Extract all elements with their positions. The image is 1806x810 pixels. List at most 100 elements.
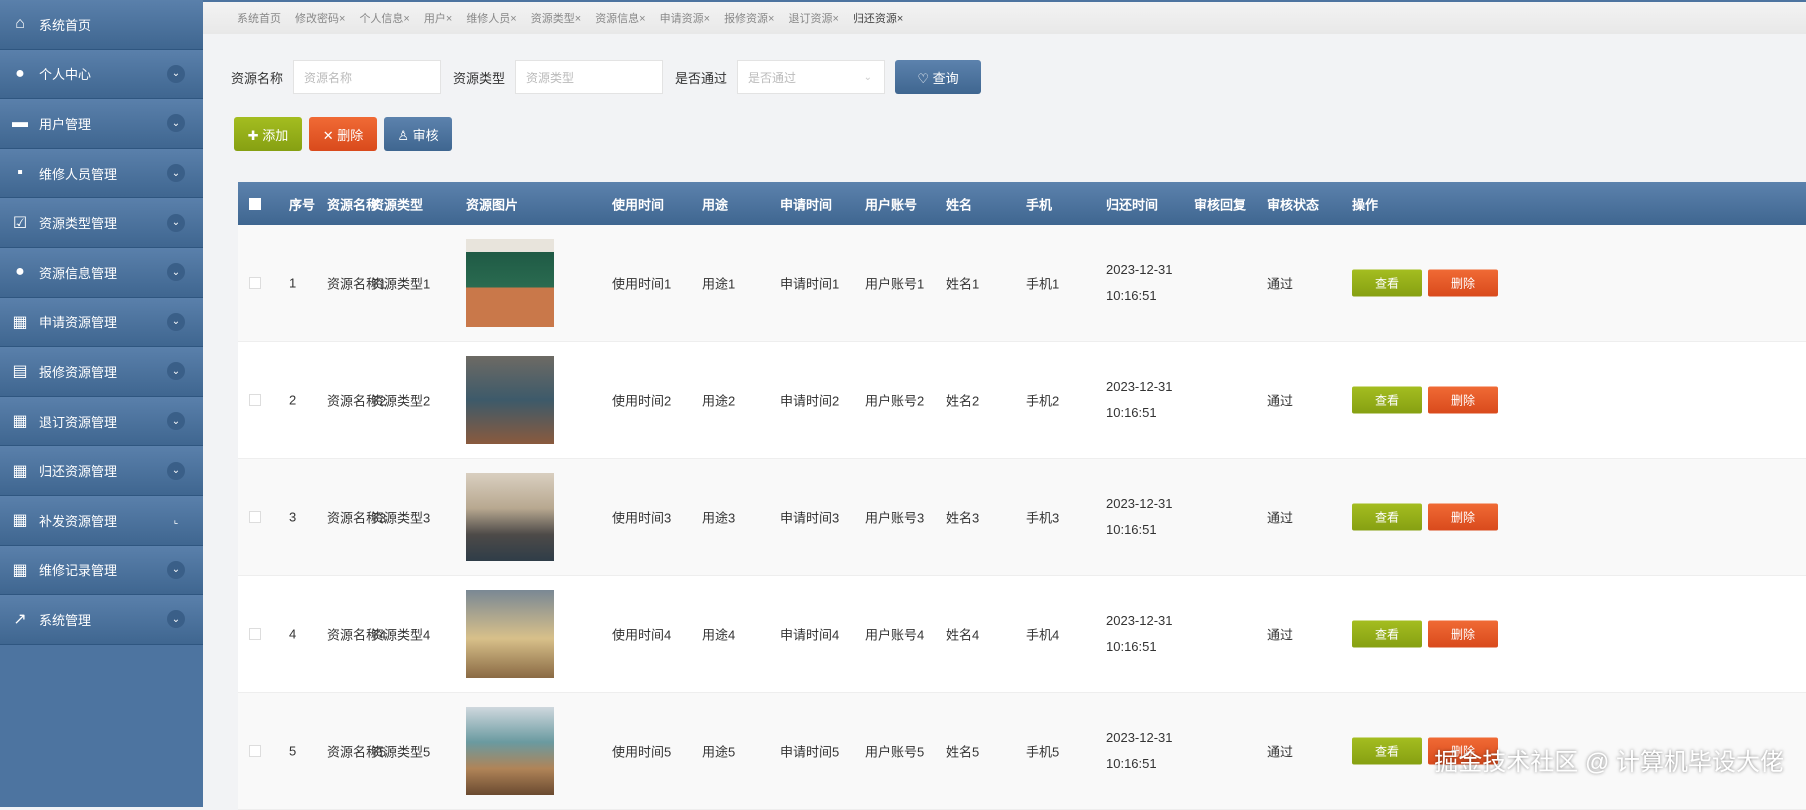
tab-item[interactable]: 系统首页 bbox=[237, 10, 281, 26]
sidebar-item[interactable]: ▪ 维修人员管理 ⌄ bbox=[0, 148, 203, 199]
tab-item[interactable]: 归还资源× bbox=[853, 10, 903, 26]
table-body: 1 资源名称1 资源类型1 使用时间1 用途1 申请时间1 用户账号1 姓名1 手机1 通过 202… bbox=[238, 225, 1806, 810]
tab-item[interactable]: 维修人员× bbox=[466, 10, 516, 26]
chevron-down-icon[interactable]: ⌄ bbox=[167, 560, 185, 579]
cell-person: 姓名5 bbox=[946, 744, 980, 760]
tab-item[interactable]: 个人信息× bbox=[359, 10, 409, 26]
view-button[interactable]: 查看 bbox=[1352, 737, 1422, 765]
chevron-down-icon[interactable]: ⌄ bbox=[167, 263, 185, 282]
column-header: 资源类型 bbox=[371, 197, 424, 212]
row-checkbox[interactable] bbox=[249, 628, 261, 640]
name-placeholder: 资源名称 bbox=[304, 70, 353, 85]
sidebar-item[interactable]: ▦ 维修记录管理 ⌄ bbox=[0, 545, 203, 596]
view-button[interactable]: 查看 bbox=[1352, 269, 1422, 297]
table-row: 1 资源名称1 资源类型1 使用时间1 用途1 申请时间1 用户账号1 姓名1 手机1 通过 202… bbox=[238, 225, 1806, 342]
tab-item[interactable]: 报修资源× bbox=[724, 10, 774, 26]
return-date: 2023-12-31 bbox=[1106, 496, 1173, 511]
view-button[interactable]: 查看 bbox=[1352, 503, 1422, 531]
row-checkbox[interactable] bbox=[249, 394, 261, 406]
chart-icon: ↗ bbox=[13, 611, 27, 629]
row-delete-button[interactable]: 删除 bbox=[1428, 386, 1498, 414]
chevron-down-icon[interactable]: ⌄ bbox=[167, 461, 185, 480]
chevron-down-icon[interactable]: ⌄ bbox=[167, 213, 185, 232]
cell-return-time: 2023-12-31 10:16:51 bbox=[1106, 257, 1173, 309]
row-checkbox[interactable] bbox=[249, 277, 261, 289]
sidebar-item[interactable]: ▦ 申请资源管理 ⌄ bbox=[0, 297, 203, 348]
sidebar-item[interactable]: ● 个人中心 ⌄ bbox=[0, 49, 203, 100]
grid-icon: ▦ bbox=[12, 413, 28, 431]
sidebar-item[interactable]: ↗ 系统管理 ⌄ bbox=[0, 595, 203, 645]
column-header: 用户账号 bbox=[865, 197, 918, 212]
column-header: 归还时间 bbox=[1106, 197, 1159, 212]
search-bar: 资源名称 资源名称 资源类型 资源类型 是否通过 是否通过 ⌄ ♡ 查询 bbox=[231, 60, 982, 94]
tab-item[interactable]: 修改密码× bbox=[295, 10, 345, 26]
chevron-down-icon[interactable]: ⌄ bbox=[167, 164, 185, 183]
query-button[interactable]: ♡ 查询 bbox=[895, 60, 982, 94]
table-row: 4 资源名称4 资源类型4 使用时间4 用途4 申请时间4 用户账号4 姓名4 手机4 通过 202… bbox=[238, 576, 1806, 693]
cell-type: 资源类型5 bbox=[371, 744, 431, 760]
sidebar-item-label: 报修资源管理 bbox=[39, 364, 118, 380]
name-input[interactable]: 资源名称 bbox=[293, 60, 442, 94]
tab-item[interactable]: 用户× bbox=[424, 10, 452, 26]
row-checkbox[interactable] bbox=[249, 745, 261, 757]
sidebar-item-label: 补发资源管理 bbox=[39, 513, 118, 529]
row-delete-button[interactable]: 删除 bbox=[1428, 620, 1498, 648]
briefcase-icon: ▬ bbox=[12, 114, 28, 132]
row-delete-button[interactable]: 删除 bbox=[1428, 503, 1498, 531]
sidebar-item[interactable]: ▬ 用户管理 ⌄ bbox=[0, 99, 203, 149]
chevron-down-icon[interactable]: ⌄ bbox=[167, 412, 185, 431]
sidebar-item[interactable]: ▤ 报修资源管理 ⌄ bbox=[0, 347, 203, 397]
column-header: 使用时间 bbox=[612, 197, 665, 212]
sidebar-item[interactable]: ⌂ 系统首页 bbox=[0, 0, 203, 50]
sidebar-item[interactable]: ▦ 退订资源管理 ⌄ bbox=[0, 396, 203, 447]
type-input[interactable]: 资源类型 bbox=[515, 60, 664, 94]
view-button[interactable]: 查看 bbox=[1352, 386, 1422, 414]
main-content: 系统首页 修改密码× 个人信息× 用户× 维修人员× 资源类型× 资源信息× 申请资源× 报修资… bbox=[203, 0, 1806, 810]
cell-account: 用户账号3 bbox=[865, 510, 925, 526]
cell-apply-time: 申请时间2 bbox=[780, 393, 840, 409]
collapse-icon[interactable]: ⌞ bbox=[167, 511, 185, 529]
audit-button[interactable]: ♙ 审核 bbox=[384, 117, 452, 151]
cell-use-time: 使用时间1 bbox=[612, 276, 672, 292]
sidebar-item-label: 用户管理 bbox=[39, 116, 92, 132]
sidebar-item-label: 申请资源管理 bbox=[39, 315, 118, 331]
sidebar-item-label: 维修记录管理 bbox=[39, 563, 118, 579]
tab-item[interactable]: 申请资源× bbox=[660, 10, 710, 26]
sidebar-item[interactable]: ● 资源信息管理 ⌄ bbox=[0, 247, 203, 298]
delete-button[interactable]: ✕ 删除 bbox=[309, 117, 377, 151]
chevron-down-icon[interactable]: ⌄ bbox=[167, 312, 185, 331]
sidebar-item[interactable]: ▦ 补发资源管理 ⌞ bbox=[0, 495, 203, 546]
chevron-down-icon[interactable]: ⌄ bbox=[167, 64, 185, 83]
cell-person: 姓名4 bbox=[946, 627, 980, 643]
cell-account: 用户账号2 bbox=[865, 393, 925, 409]
row-checkbox[interactable] bbox=[249, 511, 261, 523]
select-all-checkbox[interactable] bbox=[249, 197, 261, 210]
cell-status: 通过 bbox=[1267, 393, 1294, 409]
grid-icon: ▦ bbox=[12, 512, 28, 530]
sidebar-item[interactable]: ▦ 归还资源管理 ⌄ bbox=[0, 446, 203, 496]
cell-apply-time: 申请时间4 bbox=[780, 627, 840, 643]
tab-item[interactable]: 资源类型× bbox=[531, 10, 581, 26]
cell-purpose: 用途5 bbox=[702, 744, 736, 760]
cell-status: 通过 bbox=[1267, 627, 1294, 643]
add-button[interactable]: ✚ 添加 bbox=[234, 117, 302, 151]
chevron-down-icon[interactable]: ⌄ bbox=[167, 610, 185, 629]
cell-account: 用户账号1 bbox=[865, 276, 925, 292]
cell-apply-time: 申请时间1 bbox=[780, 276, 840, 292]
column-header: 用途 bbox=[702, 197, 729, 212]
cell-purpose: 用途1 bbox=[702, 276, 736, 292]
tab-item[interactable]: 资源信息× bbox=[595, 10, 645, 26]
sidebar-item-label: 个人中心 bbox=[39, 67, 92, 83]
view-button[interactable]: 查看 bbox=[1352, 620, 1422, 648]
return-clock: 10:16:51 bbox=[1106, 756, 1157, 771]
cell-return-time: 2023-12-31 10:16:51 bbox=[1106, 491, 1173, 543]
grid-icon: ▦ bbox=[12, 462, 28, 480]
watermark: 掘金技术社区 @ 计算机毕设大佬 bbox=[1434, 749, 1784, 776]
cell-return-time: 2023-12-31 10:16:51 bbox=[1106, 725, 1173, 777]
chevron-down-icon[interactable]: ⌄ bbox=[167, 114, 185, 133]
pass-select[interactable]: 是否通过 ⌄ bbox=[737, 60, 886, 94]
row-delete-button[interactable]: 删除 bbox=[1428, 269, 1498, 297]
chevron-down-icon[interactable]: ⌄ bbox=[167, 362, 185, 381]
sidebar-item[interactable]: ☑ 资源类型管理 ⌄ bbox=[0, 198, 203, 248]
tab-item[interactable]: 退订资源× bbox=[789, 10, 839, 26]
